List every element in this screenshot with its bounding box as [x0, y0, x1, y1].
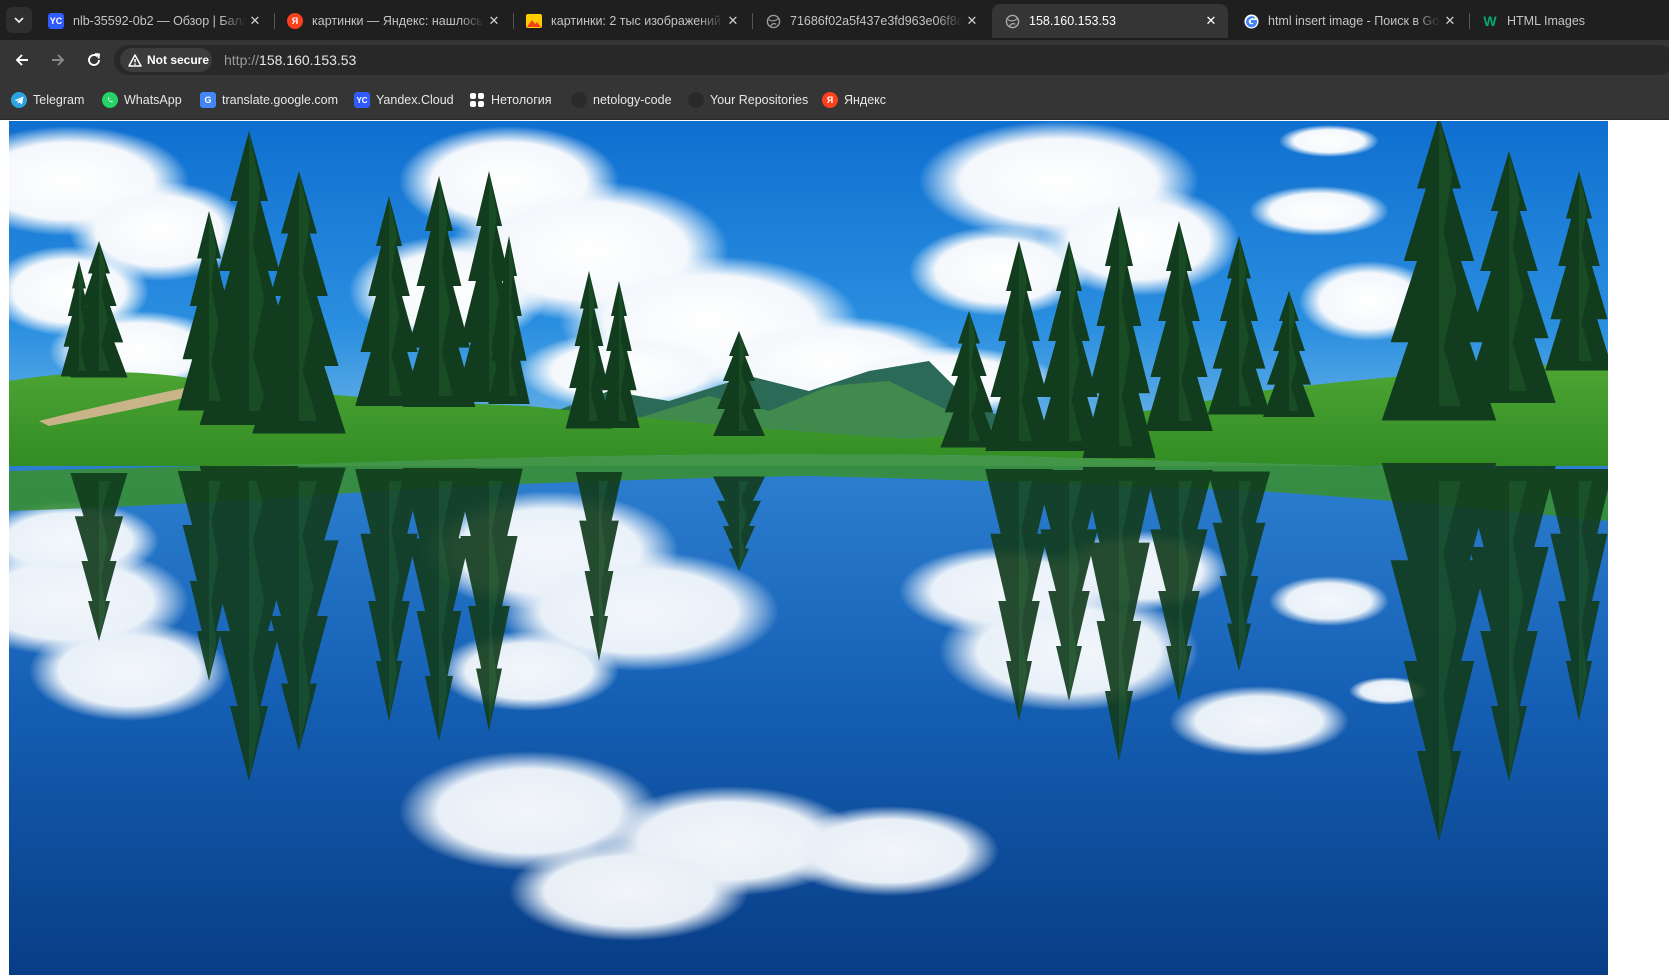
- close-icon[interactable]: ✕: [246, 13, 264, 29]
- reload-button[interactable]: [80, 46, 108, 74]
- tab-search-button[interactable]: [6, 7, 32, 33]
- close-icon[interactable]: ✕: [1202, 13, 1220, 29]
- bookmark-label: Яндекс: [844, 93, 887, 107]
- security-label: Not secure: [147, 53, 210, 67]
- warning-icon: [128, 53, 142, 67]
- bookmark-label: Yandex.Cloud: [376, 93, 454, 107]
- tab-active-ip[interactable]: 158.160.153.53 ✕: [992, 4, 1228, 38]
- url-text[interactable]: http://158.160.153.53: [224, 52, 356, 68]
- tab-title: 158.160.153.53: [1029, 14, 1116, 28]
- bookmark-label: translate.google.com: [222, 93, 339, 107]
- url-scheme: http://: [224, 52, 260, 68]
- tab-title: картинки — Яндекс: нашлось: [312, 14, 483, 28]
- tab-yandex-search[interactable]: Я картинки — Яндекс: нашлось ✕: [275, 4, 511, 38]
- tab-nlb[interactable]: YC nlb-35592-0b2 — Обзор | Балансировщик…: [36, 4, 272, 38]
- whatsapp-icon: [102, 92, 118, 108]
- yandex-icon: Я: [287, 13, 303, 29]
- telegram-icon: [11, 92, 27, 108]
- tab-title: картинки: 2 тыс изображений: [551, 14, 722, 28]
- tab-title: HTML Images: [1507, 14, 1586, 28]
- security-chip[interactable]: Not secure: [120, 48, 212, 72]
- tab-title: html insert image - Поиск в Google: [1268, 14, 1441, 28]
- tab-strip: YC nlb-35592-0b2 — Обзор | Балансировщик…: [0, 0, 1669, 40]
- bookmark-label: Your Repositories: [710, 93, 809, 107]
- yc-icon: YC: [354, 92, 370, 108]
- tab-google-search[interactable]: html insert image - Поиск в Google ✕: [1231, 4, 1467, 38]
- globe-icon: [765, 13, 781, 29]
- tab-title: nlb-35592-0b2 — Обзор | Балансировщики: [73, 14, 246, 28]
- close-icon[interactable]: ✕: [724, 13, 742, 29]
- bookmark-translate[interactable]: G translate.google.com: [200, 90, 338, 110]
- bookmark-label: Telegram: [33, 93, 85, 107]
- reload-icon: [88, 53, 101, 66]
- netology-icon: [469, 92, 485, 108]
- bookmark-your-repositories[interactable]: Your Repositories: [688, 90, 808, 110]
- bookmark-telegram[interactable]: Telegram: [11, 90, 84, 110]
- address-bar[interactable]: Not secure http://158.160.153.53: [114, 45, 1669, 75]
- tab-hash-page[interactable]: 71686f02a5f437e3fd963e06f8c0 ✕: [753, 4, 989, 38]
- browser-toolbar: Not secure http://158.160.153.53: [0, 40, 1669, 79]
- back-button[interactable]: [8, 46, 36, 74]
- page-content: [0, 120, 1669, 975]
- bookmark-netology-code[interactable]: netology-code: [571, 90, 672, 110]
- yandex-icon: Я: [822, 92, 838, 108]
- yandex-images-icon: [526, 13, 542, 29]
- bookmark-whatsapp[interactable]: WhatsApp: [102, 90, 182, 110]
- google-icon: [1243, 13, 1259, 29]
- bookmark-yandex[interactable]: Я Яндекс: [822, 90, 886, 110]
- close-icon[interactable]: ✕: [1441, 13, 1459, 29]
- bookmark-label: Нетология: [491, 93, 552, 107]
- tab-yandex-images[interactable]: картинки: 2 тыс изображений ✕: [514, 4, 750, 38]
- yc-icon: YC: [48, 13, 64, 29]
- arrow-left-icon: [15, 54, 28, 66]
- tab-w3schools[interactable]: W HTML Images: [1470, 4, 1669, 38]
- bookmark-yandex-cloud[interactable]: YC Yandex.Cloud: [354, 90, 454, 110]
- w3schools-icon: W: [1483, 13, 1497, 29]
- chevron-down-icon: [14, 17, 24, 24]
- bookmark-label: netology-code: [593, 93, 672, 107]
- tab-title: 71686f02a5f437e3fd963e06f8c0: [790, 14, 963, 28]
- close-icon[interactable]: ✕: [485, 13, 503, 29]
- bookmark-label: WhatsApp: [124, 93, 182, 107]
- github-icon: [688, 92, 704, 108]
- bookmarks-bar: Telegram WhatsApp G translate.google.com…: [0, 79, 1669, 120]
- globe-icon: [1004, 13, 1020, 29]
- url-host: 158.160.153.53: [259, 52, 357, 68]
- google-translate-icon: G: [200, 92, 216, 108]
- github-icon: [571, 92, 587, 108]
- forward-button[interactable]: [44, 46, 72, 74]
- landscape-image: [9, 121, 1608, 975]
- arrow-right-icon: [52, 54, 65, 66]
- bookmark-netology[interactable]: Нетология: [469, 90, 552, 110]
- close-icon[interactable]: ✕: [963, 13, 981, 29]
